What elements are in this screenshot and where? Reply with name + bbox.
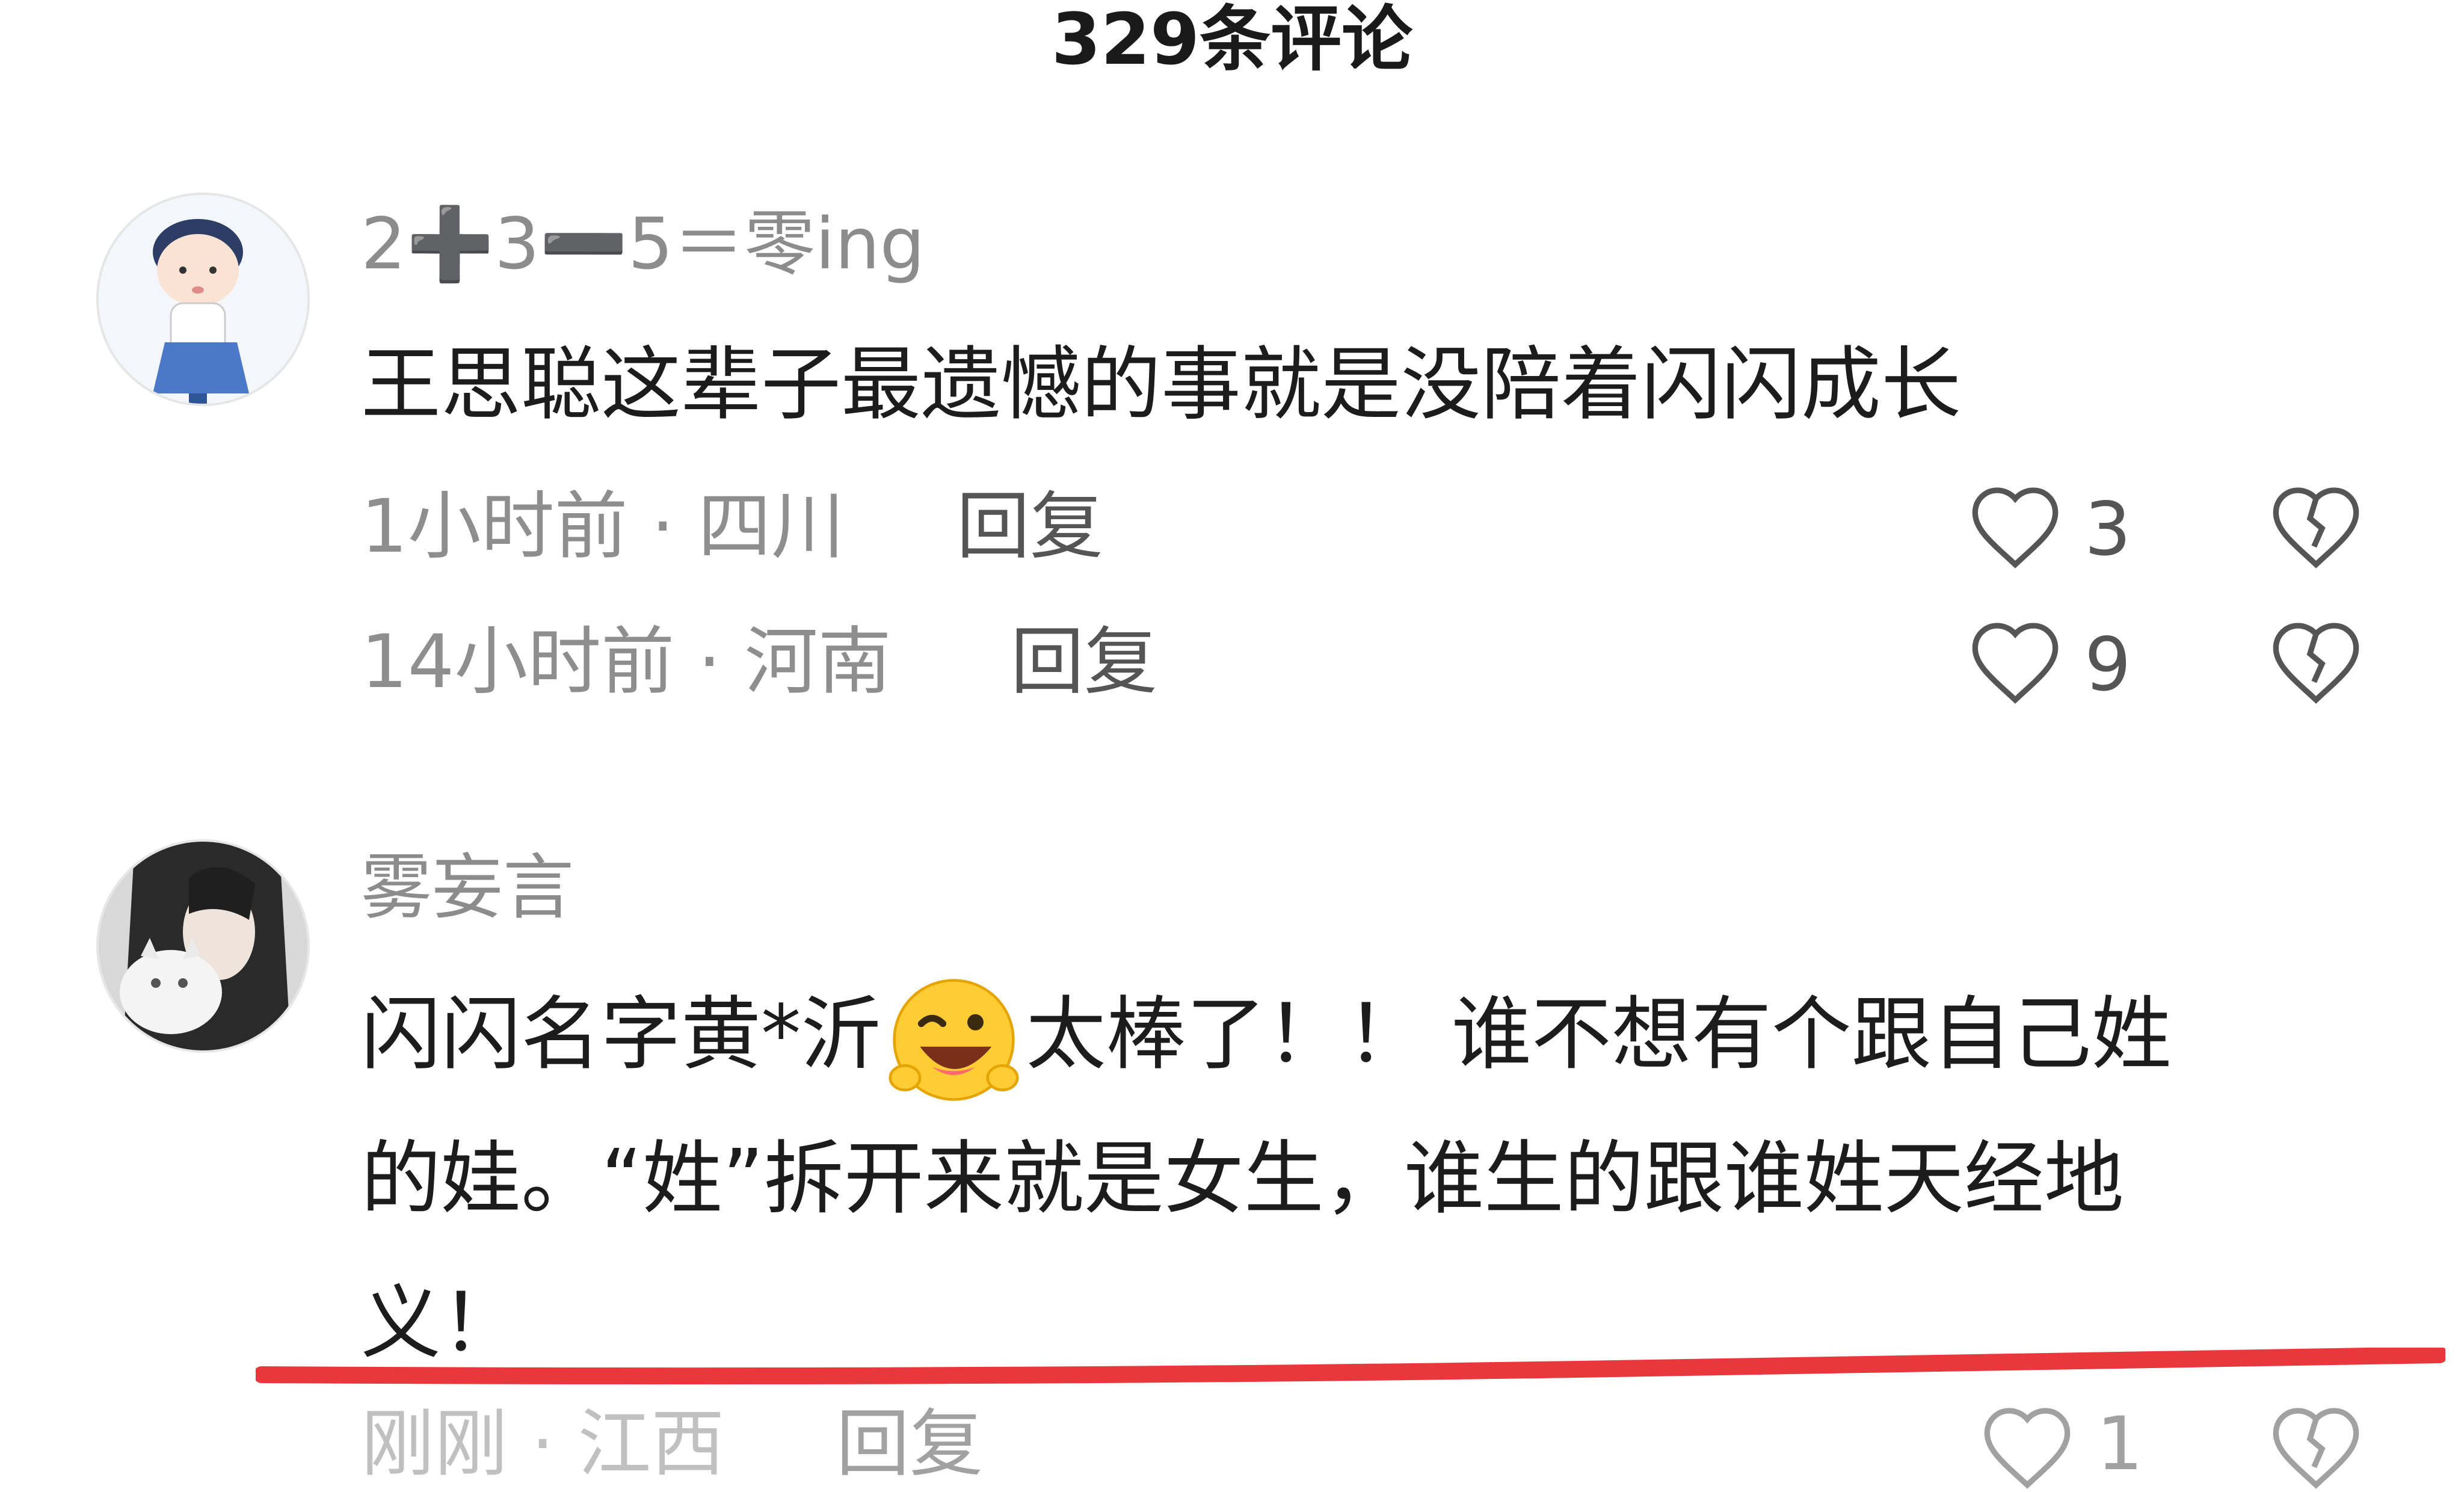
like-count: 9 <box>2084 622 2131 707</box>
reply-button[interactable]: 回复 <box>956 484 1103 569</box>
comment-text-segment: 闪闪名字黄*沂 <box>361 988 881 1081</box>
dislike-broken-heart-icon[interactable] <box>2268 481 2364 572</box>
comment-text-line: 的娃。“姓”拆开来就是女生，谁生的跟谁姓天经地 <box>361 1133 2124 1225</box>
avatar-girl-with-cat-icon <box>99 842 307 1050</box>
grinning-wink-emoji-icon <box>886 972 1021 1108</box>
avatar-cartoon-boy-icon <box>99 195 307 404</box>
comment-text-line: 闪闪名字黄*沂 太棒了！！ 谁不想有个跟自己姓 <box>361 963 2172 1108</box>
comment-time-location: 1小时前 · 四川 <box>361 484 845 569</box>
red-highlight-underline <box>253 1346 2448 1385</box>
comment-text-segment: 太棒了！！ 谁不想有个跟自己姓 <box>1026 988 2172 1081</box>
dislike-broken-heart-icon[interactable] <box>2268 617 2364 707</box>
dislike-broken-heart-icon[interactable] <box>2268 1402 2364 1492</box>
comment-text: 王思聪这辈子最遗憾的事就是没陪着闪闪成长 <box>361 339 1961 431</box>
like-heart-icon[interactable] <box>1967 481 2063 572</box>
like-heart-icon[interactable] <box>1979 1402 2075 1492</box>
like-count: 3 <box>2084 487 2131 572</box>
comment-username[interactable]: 雾妄言 <box>361 845 574 929</box>
avatar[interactable] <box>96 839 310 1053</box>
reply-button[interactable]: 回复 <box>836 1402 983 1486</box>
like-heart-icon[interactable] <box>1967 617 2063 707</box>
comment-username[interactable]: 2➕3➖5＝零ing <box>361 202 925 286</box>
comment-time-location: 刚刚 · 江西 <box>361 1401 725 1487</box>
avatar[interactable] <box>96 193 310 406</box>
like-count: 1 <box>2096 1401 2143 1487</box>
comment-count-title: 329条评论 <box>1051 0 1413 81</box>
reply-button[interactable]: 回复 <box>1011 620 1157 704</box>
comment-time-location: 14小时前 · 河南 <box>361 619 892 704</box>
